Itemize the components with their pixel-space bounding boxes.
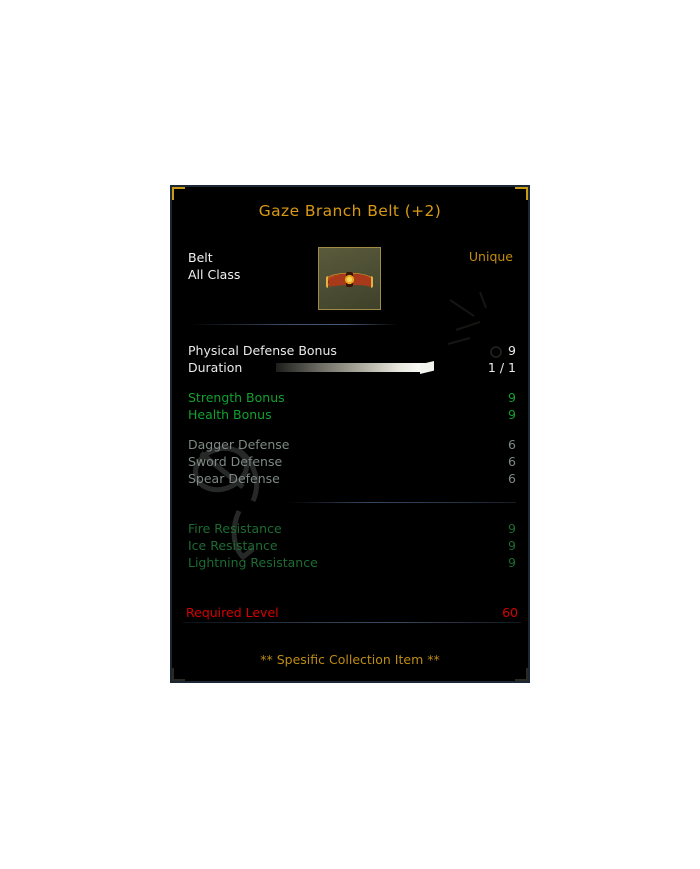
required-level-label: Required Level [186,605,279,620]
stat-value: 6 [508,471,516,486]
item-type-label: Belt [188,250,213,265]
item-tooltip-panel: Gaze Branch Belt (+2) Belt All Class Uni… [170,185,530,683]
item-header-left: Belt All Class [188,249,240,283]
stat-row: Spear Defense 6 [188,470,516,487]
stat-label: Ice Resistance [188,538,278,553]
required-level-row: Required Level 60 [186,604,518,621]
stat-row: Strength Bonus 9 [188,389,516,406]
divider-bottom [183,622,521,623]
item-title: Gaze Branch Belt (+2) [258,202,442,220]
stat-label: Dagger Defense [188,437,290,452]
stat-value: 6 [508,454,516,469]
divider-top [188,324,398,325]
stat-value: 9 [508,555,516,570]
stat-row: Physical Defense Bonus 9 [188,342,516,359]
stat-row: Fire Resistance 9 [188,520,516,537]
stat-value: 9 [508,343,516,358]
stat-row: Health Bonus 9 [188,406,516,423]
stat-label: Sword Defense [188,454,283,469]
stat-row: Duration 1 / 1 [188,359,516,376]
stat-value: 9 [508,390,516,405]
stat-label: Lightning Resistance [188,555,318,570]
duration-progress-bar [276,363,428,372]
stat-value: 9 [508,407,516,422]
stat-row: Ice Resistance 9 [188,537,516,554]
belt-item-icon[interactable] [318,247,381,310]
item-rarity-label: Unique [468,249,513,264]
stat-value: 6 [508,437,516,452]
stat-row: Dagger Defense 6 [188,436,516,453]
stat-label: Fire Resistance [188,521,282,536]
stat-row: Sword Defense 6 [188,453,516,470]
collection-item-note: ** Spesific Collection Item ** [260,652,440,667]
stat-value: 1 / 1 [487,360,516,375]
stat-value: 9 [508,538,516,553]
stat-label: Duration [188,360,243,375]
stat-value: 9 [508,521,516,536]
required-level-value: 60 [502,605,518,620]
stat-label: Health Bonus [188,407,272,422]
divider-middle [188,502,516,503]
item-class-label: All Class [188,267,241,282]
stat-label: Strength Bonus [188,390,285,405]
stat-row: Lightning Resistance 9 [188,554,516,571]
stat-label: Physical Defense Bonus [188,343,337,358]
stat-label: Spear Defense [188,471,280,486]
